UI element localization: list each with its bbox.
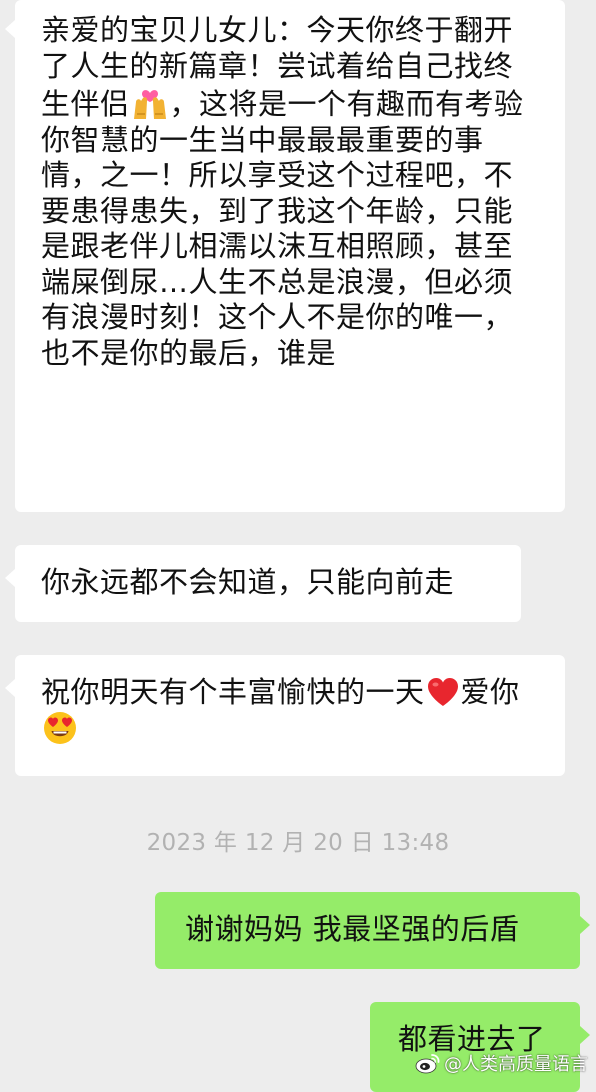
watermark: @人类高质量语言 [415, 1050, 588, 1076]
message-text: 祝你明天有个丰富愉快的一天 [41, 675, 425, 709]
red-heart-icon [427, 678, 458, 706]
weibo-logo-icon [415, 1054, 440, 1074]
message-bubble-outgoing[interactable]: 谢谢妈妈 我最坚强的后盾 [155, 892, 590, 969]
message-text: 你永远都不会知道，只能向前走 [41, 565, 455, 599]
message-bubble-incoming[interactable]: 祝你明天有个丰富愉快的一天 爱你 [5, 655, 565, 776]
message-text: ，这将是一个有趣而有考验你智慧的一生当中最最最重要的事情，之一！所以享受这个过程… [41, 87, 524, 370]
message-bubble-incoming[interactable]: 你永远都不会知道，只能向前走 [5, 545, 521, 622]
couple-with-heart-icon [133, 90, 166, 119]
message-bubble-outgoing[interactable]: 都看进去了 [370, 1002, 590, 1092]
message-bubble-incoming[interactable]: 亲爱的宝贝儿女儿：今天你终于翻开了人生的新篇章！尝试着给自己找终生伴侣 ，这将是一… [5, 0, 565, 512]
watermark-text: @人类高质量语言 [444, 1054, 588, 1075]
message-text: 谢谢妈妈 我最坚强的后盾 [185, 912, 520, 946]
message-timestamp: 2023 年 12 月 20 日 13:48 [146, 830, 450, 856]
heart-eyes-face-icon [44, 711, 76, 744]
chat-window: 亲爱的宝贝儿女儿：今天你终于翻开了人生的新篇章！尝试着给自己找终生伴侣 ，这将是一… [0, 0, 596, 1092]
message-text: 爱你 [460, 675, 520, 709]
